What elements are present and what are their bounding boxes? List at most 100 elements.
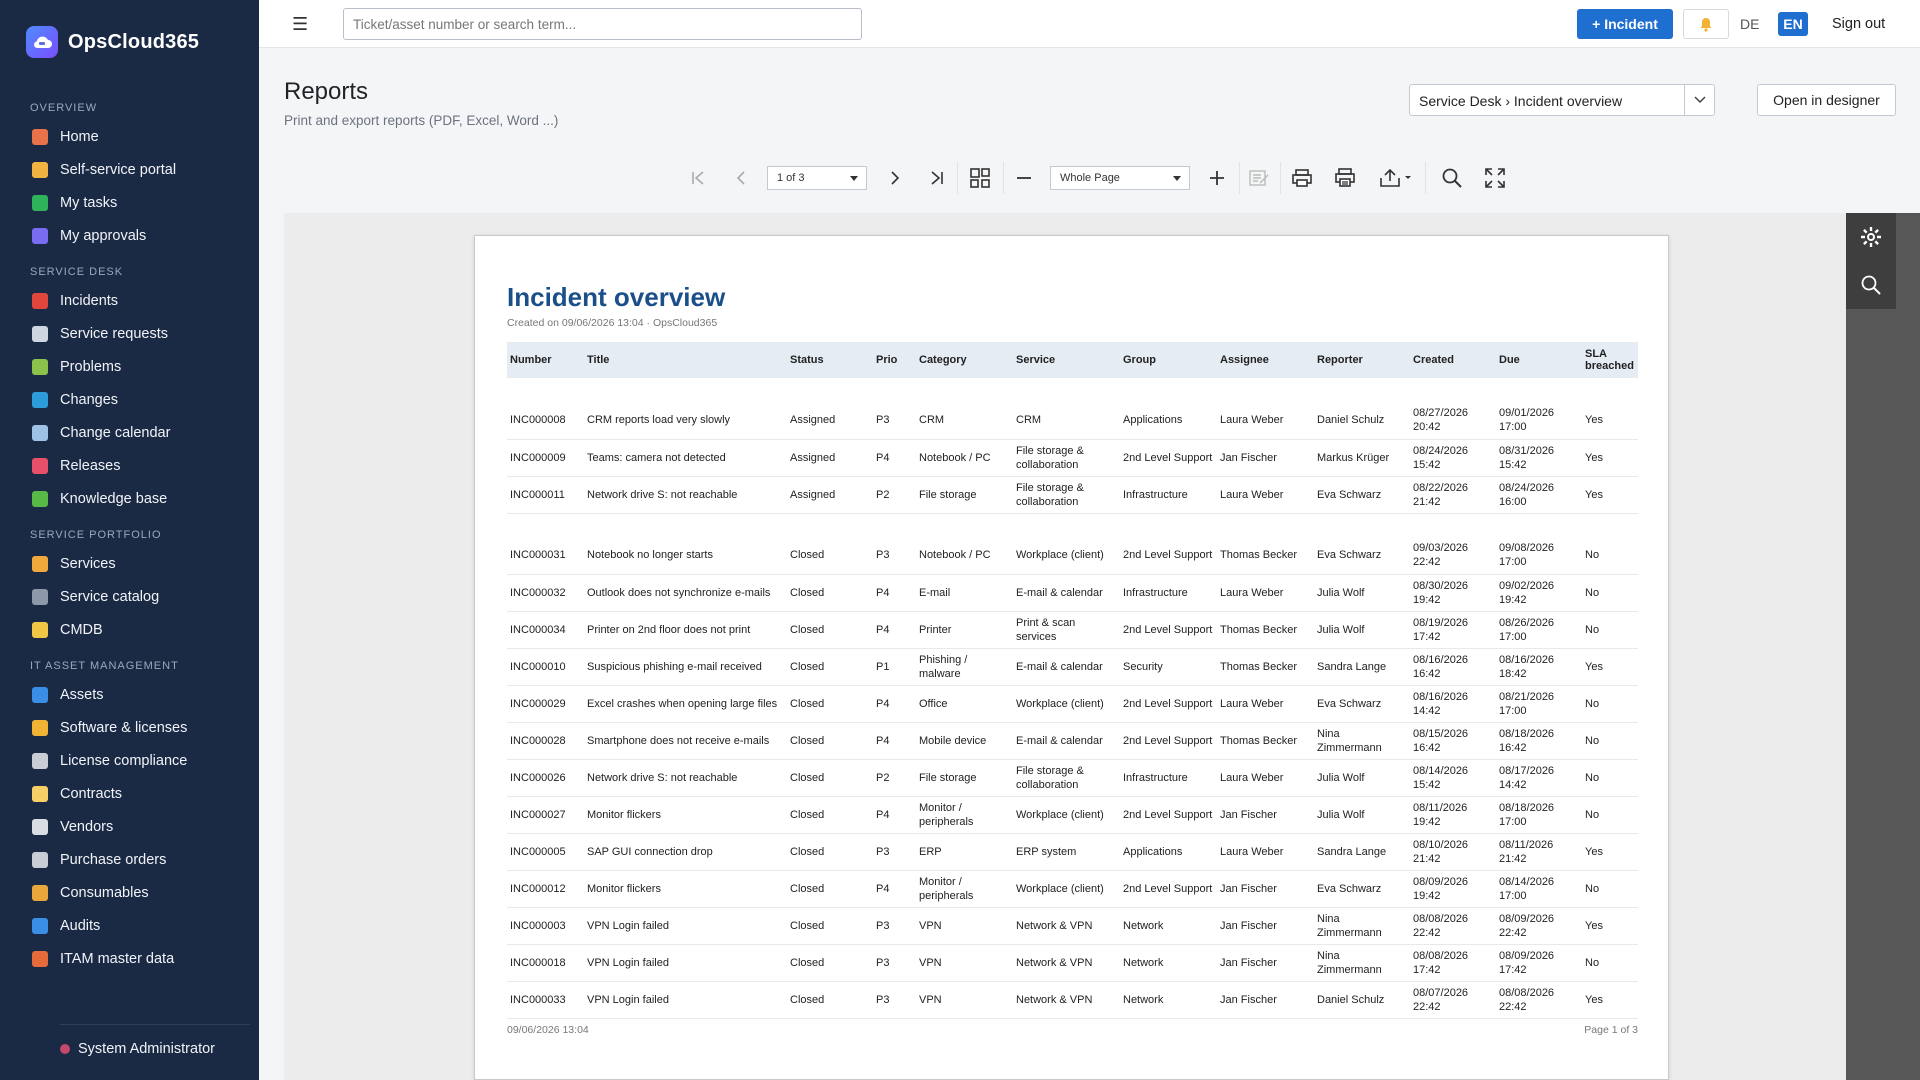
- sidebar-item-itam-master-data[interactable]: ITAM master data: [0, 942, 259, 975]
- zoom-select[interactable]: Whole Page: [1050, 166, 1190, 190]
- table-cell: File storage: [916, 476, 1013, 514]
- sidebar-item-label: Self-service portal: [60, 161, 177, 178]
- user-menu[interactable]: System Administrator: [60, 1024, 250, 1057]
- table-cell: File storage & collaboration: [1013, 476, 1120, 514]
- changes-icon: [32, 391, 48, 408]
- sidebar-item-services[interactable]: Services: [0, 547, 259, 580]
- table-cell: Laura Weber: [1217, 476, 1314, 514]
- sidebar-item-software-licenses[interactable]: Software & licenses: [0, 711, 259, 744]
- sidebar-item-change-calendar[interactable]: Change calendar: [0, 416, 259, 449]
- sidebar-item-cmdb[interactable]: CMDB: [0, 613, 259, 646]
- table-row: INC000018 VPN Login failed Closed P3 VPN Netw…: [507, 944, 1638, 982]
- table-cell: Daniel Schulz: [1314, 981, 1410, 1019]
- page-layout-icon[interactable]: [967, 164, 993, 192]
- sidebar-item-label: Service catalog: [60, 588, 160, 605]
- releases-icon: [32, 457, 48, 474]
- sidebar-nav: OVERVIEW Home Self-service portal My tasks M…: [0, 102, 259, 975]
- sidebar-item-self-service-portal[interactable]: Self-service portal: [0, 153, 259, 186]
- table-cell: CRM: [916, 402, 1013, 440]
- table-cell: Daniel Schulz: [1314, 402, 1410, 440]
- export-icon[interactable]: [1377, 164, 1415, 192]
- table-cell: 08/14/2026 17:00: [1496, 870, 1582, 908]
- table-cell: Closed: [787, 907, 873, 945]
- table-cell: Assigned: [787, 439, 873, 477]
- notifications-button[interactable]: [1683, 9, 1729, 39]
- table-row: INC000031 Notebook no longer starts Closed…: [507, 537, 1638, 575]
- page-select[interactable]: 1 of 3: [767, 166, 867, 190]
- table-cell: P4: [873, 722, 916, 760]
- search-input[interactable]: [343, 8, 862, 40]
- print-preview-icon[interactable]: [1332, 164, 1360, 192]
- lang-en-button[interactable]: EN: [1778, 12, 1808, 36]
- table-cell: INC000010: [507, 648, 584, 686]
- sidebar-item-contracts[interactable]: Contracts: [0, 777, 259, 810]
- audits-icon: [32, 917, 48, 934]
- sign-out-link[interactable]: Sign out: [1832, 16, 1885, 32]
- sidebar-item-my-approvals[interactable]: My approvals: [0, 219, 259, 252]
- table-cell: Printer: [916, 611, 1013, 649]
- sidebar-item-my-tasks[interactable]: My tasks: [0, 186, 259, 219]
- sidebar-item-service-requests[interactable]: Service requests: [0, 317, 259, 350]
- previous-page-icon[interactable]: [729, 164, 753, 192]
- table-cell: No: [1582, 944, 1638, 982]
- sidebar-item-service-catalog[interactable]: Service catalog: [0, 580, 259, 613]
- table-cell: 08/16/2026 18:42: [1496, 648, 1582, 686]
- table-cell: Laura Weber: [1217, 574, 1314, 612]
- zoom-in-icon[interactable]: [1205, 164, 1229, 192]
- service-requests-icon: [32, 325, 48, 342]
- table-cell: P3: [873, 944, 916, 982]
- sidebar-item-knowledge-base[interactable]: Knowledge base: [0, 482, 259, 515]
- sidebar-item-releases[interactable]: Releases: [0, 449, 259, 482]
- table-cell: Workplace (client): [1013, 796, 1120, 834]
- search-icon[interactable]: [1846, 261, 1896, 309]
- table-cell: INC000018: [507, 944, 584, 982]
- table-cell: 08/10/2026 21:42: [1410, 833, 1496, 871]
- last-page-icon[interactable]: [925, 164, 949, 192]
- sidebar-item-label: Problems: [60, 358, 122, 375]
- chevron-down-icon[interactable]: [1684, 85, 1714, 115]
- sidebar-item-consumables[interactable]: Consumables: [0, 876, 259, 909]
- sidebar-item-changes[interactable]: Changes: [0, 383, 259, 416]
- print-icon[interactable]: [1289, 164, 1315, 192]
- nav-section-title: SERVICE PORTFOLIO: [30, 529, 162, 541]
- report-select[interactable]: Service Desk › Incident overview: [1409, 84, 1715, 116]
- open-designer-button[interactable]: Open in designer: [1757, 84, 1896, 116]
- table-cell: 08/18/2026 16:42: [1496, 722, 1582, 760]
- zoom-out-icon[interactable]: [1012, 164, 1036, 192]
- table-cell: Closed: [787, 722, 873, 760]
- table-cell: Yes: [1582, 402, 1638, 440]
- settings-gear-icon[interactable]: [1846, 213, 1896, 261]
- sidebar-item-audits[interactable]: Audits: [0, 909, 259, 942]
- sidebar-item-license-compliance[interactable]: License compliance: [0, 744, 259, 777]
- sidebar-item-vendors[interactable]: Vendors: [0, 810, 259, 843]
- edit-report-icon[interactable]: [1246, 164, 1272, 192]
- brand[interactable]: OpsCloud365: [26, 26, 199, 58]
- table-cell: P3: [873, 981, 916, 1019]
- next-page-icon[interactable]: [883, 164, 907, 192]
- sidebar-item-home[interactable]: Home: [0, 120, 259, 153]
- sidebar-item-label: Assets: [60, 686, 104, 703]
- table-row: INC000008 CRM reports load very slowly Ass…: [507, 402, 1638, 440]
- lang-de-button[interactable]: DE: [1740, 16, 1759, 32]
- sidebar-item-assets[interactable]: Assets: [0, 678, 259, 711]
- table-cell: Nina Zimmermann: [1314, 907, 1410, 945]
- sidebar-item-problems[interactable]: Problems: [0, 350, 259, 383]
- table-cell: ERP system: [1013, 833, 1120, 871]
- table-cell: No: [1582, 759, 1638, 797]
- sidebar-item-label: Changes: [60, 391, 119, 408]
- fullscreen-icon[interactable]: [1482, 164, 1508, 192]
- sidebar-item-incidents[interactable]: Incidents: [0, 284, 259, 317]
- table-cell: INC000033: [507, 981, 584, 1019]
- new-incident-button[interactable]: + Incident: [1577, 9, 1673, 39]
- table-cell: SAP GUI connection drop: [584, 833, 787, 871]
- sidebar-item-label: My tasks: [60, 194, 118, 211]
- table-cell: 08/27/2026 20:42: [1410, 402, 1496, 440]
- table-cell: P3: [873, 833, 916, 871]
- menu-toggle-icon[interactable]: ☰: [292, 14, 308, 35]
- first-page-icon[interactable]: [686, 164, 710, 192]
- report-title: Incident overview: [507, 282, 726, 312]
- find-icon[interactable]: [1439, 164, 1465, 192]
- software-licenses-icon: [32, 719, 48, 736]
- table-cell: Laura Weber: [1217, 402, 1314, 440]
- sidebar-item-purchase-orders[interactable]: Purchase orders: [0, 843, 259, 876]
